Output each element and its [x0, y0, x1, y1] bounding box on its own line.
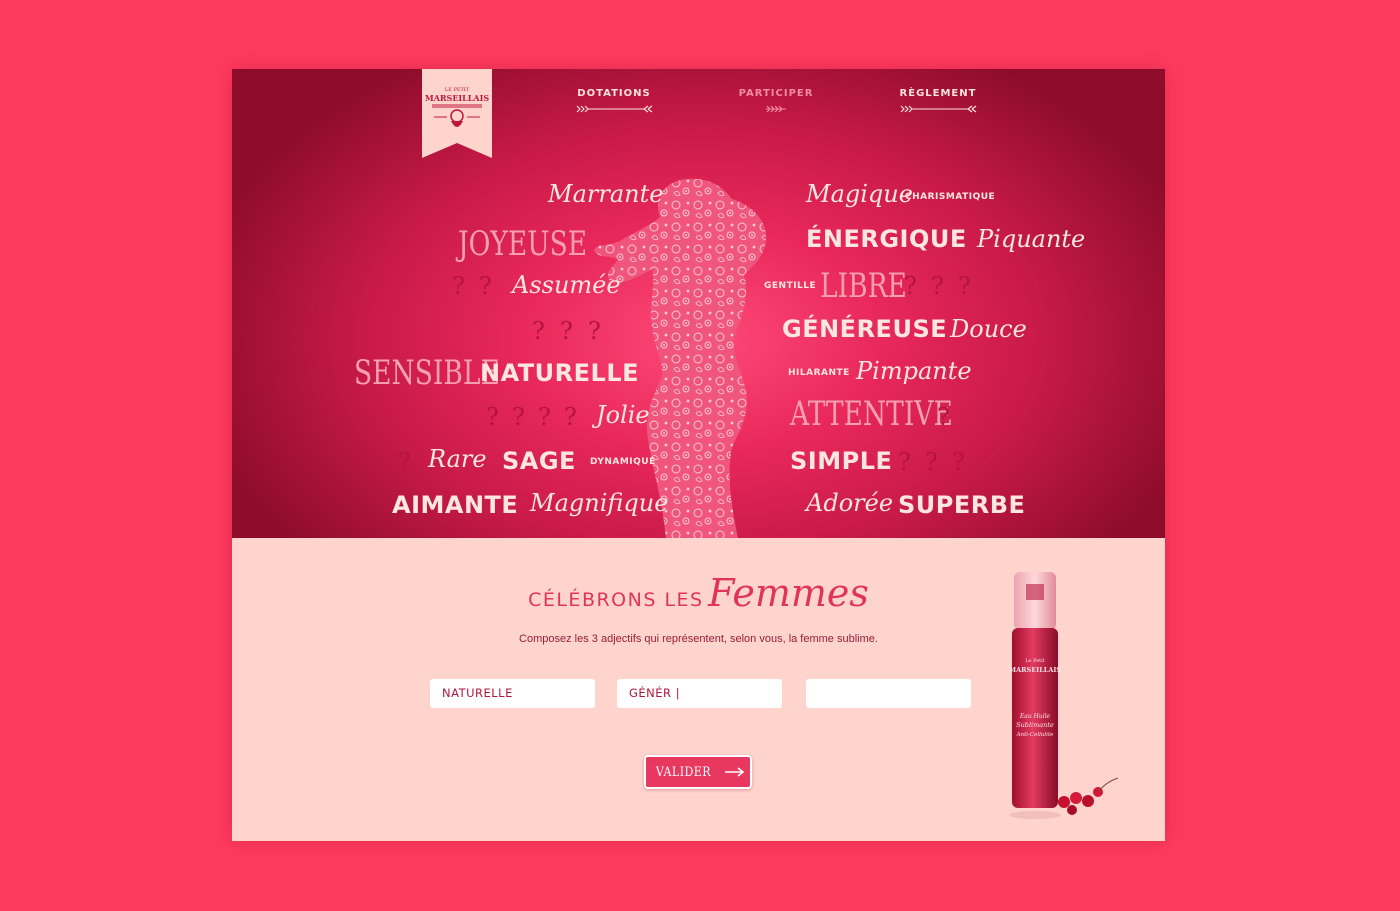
adjective-field-1[interactable]: NATURELLE	[430, 679, 595, 708]
question-mark: ?	[952, 448, 965, 476]
word-sensible: SENSIBLE	[354, 353, 500, 393]
word-gentille: GENTILLE	[764, 281, 817, 291]
form-title-part2: Femmes	[708, 571, 869, 615]
word-hilarante: HILARANTE	[788, 368, 850, 378]
arrow-ornament-icon	[766, 105, 786, 113]
word-piquante: Piquante	[977, 225, 1086, 253]
question-mark: ?	[512, 403, 525, 431]
word-pimpante: Pimpante	[856, 357, 972, 385]
product-bottle-image: Le Petit MARSEILLAIS Eau Huile Sublimant…	[1009, 572, 1119, 819]
validate-button[interactable]: VALIDER	[644, 755, 752, 789]
product-label-line2: MARSEILLAIS	[1009, 666, 1062, 674]
product-label-line4: Sublimante	[1016, 721, 1054, 729]
word-libre: LIBRE	[820, 266, 907, 306]
question-mark: ?	[532, 317, 545, 345]
question-mark: ?	[560, 317, 573, 345]
word-naturelle: NATURELLE	[480, 359, 640, 387]
question-mark: ?	[479, 272, 492, 300]
question-mark: ?	[898, 448, 911, 476]
word-adoree: Adorée	[806, 489, 894, 517]
product-label-line5: Anti-Cellulite	[1016, 732, 1055, 738]
nav-participer-label: PARTICIPER	[738, 88, 814, 99]
word-energique: ÉNERGIQUE	[806, 225, 967, 253]
question-mark: ?	[398, 448, 411, 476]
word-simple: SIMPLE	[790, 447, 893, 475]
product-label-line3: Eau Huile	[1019, 713, 1051, 720]
question-mark: ?	[931, 272, 944, 300]
nav-participer[interactable]: PARTICIPER	[726, 88, 826, 113]
word-superbe: SUPERBE	[898, 491, 1026, 519]
word-marrante: Marrante	[548, 180, 664, 208]
brand-logo[interactable]: LE PETIT MARSEILLAIS	[422, 69, 492, 158]
page-frame: LE PETIT MARSEILLAIS DOTATIONS PARTICIPE…	[232, 69, 1165, 841]
word-jolie: Jolie	[596, 401, 650, 429]
question-mark: ?	[904, 272, 917, 300]
question-mark: ?	[925, 448, 938, 476]
arrow-ornament-icon	[900, 105, 977, 113]
nav-reglement[interactable]: RÈGLEMENT	[888, 88, 988, 113]
hero-section: LE PETIT MARSEILLAIS DOTATIONS PARTICIPE…	[232, 69, 1165, 538]
word-sage: SAGE	[502, 447, 576, 475]
participation-section: CÉLÉBRONS LES Femmes Composez les 3 adje…	[232, 538, 1165, 841]
adjective-field-3[interactable]	[806, 679, 971, 708]
arrow-ornament-icon	[576, 105, 653, 113]
nav-reglement-label: RÈGLEMENT	[899, 88, 977, 99]
word-douce: Douce	[950, 315, 1027, 343]
question-mark: ?	[564, 403, 577, 431]
word-charismatique: CHARISMATIQUE	[905, 192, 996, 202]
question-mark: ?	[937, 403, 950, 431]
word-genereuse: GÉNÉREUSE	[782, 315, 948, 343]
question-mark: ?	[486, 403, 499, 431]
word-magnifique: Magnifique	[530, 489, 669, 517]
question-mark: ?	[958, 272, 971, 300]
word-aimante: AIMANTE	[392, 491, 519, 519]
form-title-part1: CÉLÉBRONS LES	[528, 589, 704, 611]
nav-dotations[interactable]: DOTATIONS	[564, 88, 664, 113]
word-magique: Magique	[806, 180, 913, 208]
question-mark: ?	[452, 272, 465, 300]
word-dynamique: DYNAMIQUE	[590, 457, 656, 467]
question-mark: ?	[588, 317, 601, 345]
word-rare: Rare	[428, 445, 487, 473]
nav-dotations-label: DOTATIONS	[577, 88, 651, 99]
adjective-field-2[interactable]: GÉNÉR |	[617, 679, 782, 708]
product-label-line1: Le Petit	[1025, 658, 1045, 664]
logo-text-main: MARSEILLAIS	[425, 93, 490, 103]
question-mark: ?	[538, 403, 551, 431]
word-attentive: ATTENTIVE	[790, 394, 953, 434]
validate-button-label: VALIDER	[655, 764, 711, 780]
arrow-right-icon	[725, 767, 745, 777]
word-joyeuse: JOYEUSE	[458, 224, 588, 264]
woman-silhouette-illustration	[594, 178, 767, 538]
word-assumee: Assumée	[512, 271, 621, 299]
